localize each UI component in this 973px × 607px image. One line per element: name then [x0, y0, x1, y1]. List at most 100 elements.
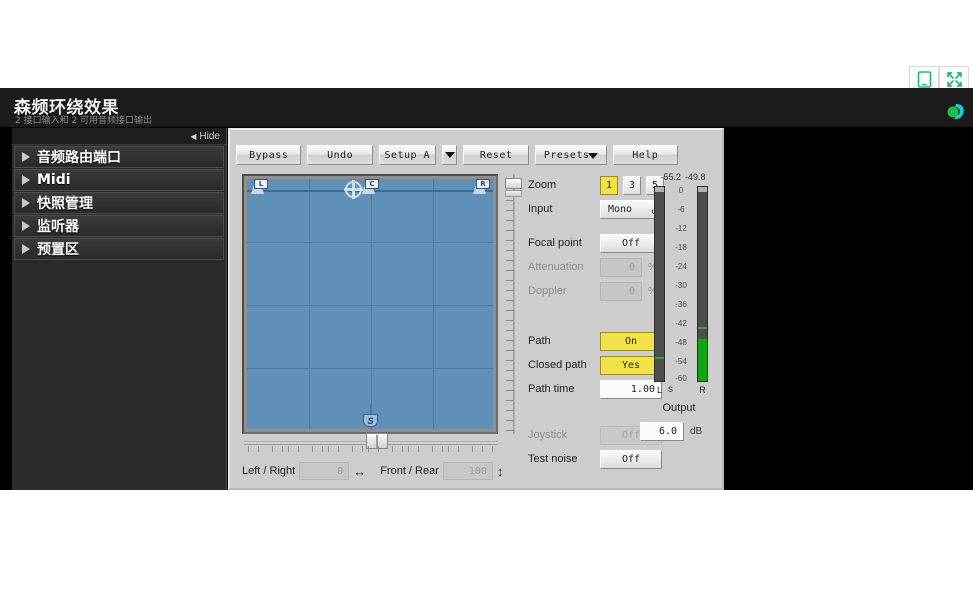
undo-button[interactable]: Undo	[307, 145, 373, 165]
focal-point-label: Focal point	[528, 237, 582, 249]
scale-tick: -18	[675, 243, 687, 252]
sidebar-hide-label: Hide	[199, 130, 220, 142]
sidebar-item-label: 预置区	[37, 242, 79, 258]
slider-track[interactable]	[244, 433, 498, 449]
page-subtitle: 2 接口输入和 2 可用音频接口输出	[15, 116, 153, 126]
speaker-c-icon[interactable]: C	[362, 179, 381, 194]
plugin-toolbar: Bypass Undo Setup A Reset Presets Help	[236, 144, 678, 166]
chevron-right-icon	[22, 152, 30, 162]
presets-label: Presets	[543, 149, 590, 161]
scale-tick: 0	[678, 186, 684, 195]
zoom-label: Zoom	[528, 179, 557, 191]
reset-button[interactable]: Reset	[463, 145, 529, 165]
sidebar-hide-button[interactable]: ◀ Hide	[12, 128, 226, 145]
output-unit: dB	[690, 426, 703, 437]
channel-labels: L R	[654, 385, 712, 395]
browser-topbar	[0, 0, 973, 92]
zoom-option-1[interactable]: 1	[600, 175, 618, 195]
vertical-slider-handle-secondary[interactable]	[505, 190, 522, 197]
help-button[interactable]: Help	[612, 145, 678, 165]
sidebar-item-label: 监听器	[37, 219, 79, 235]
meter-scale: 0 -6 -12 -18 -24 -30 -36 -42 -48 -54 -60	[668, 186, 694, 383]
vertical-zoom-slider[interactable]	[504, 174, 522, 434]
doppler-field[interactable]: 0	[600, 281, 642, 301]
chevron-down-icon	[587, 153, 598, 159]
scale-tick: -42	[675, 319, 687, 328]
vertical-slider-handle[interactable]	[505, 178, 522, 189]
front-rear-field[interactable]: 100	[442, 462, 493, 480]
presets-dropdown[interactable]: Presets	[534, 145, 607, 165]
channel-left-label: L	[656, 385, 662, 395]
peak-left-value: -55.2	[660, 172, 681, 182]
scale-tick: -48	[675, 338, 687, 347]
speaker-label: L	[254, 179, 268, 189]
pan-value-row: Left / Right 0 ↔ Front / Rear 100 ↕	[242, 462, 512, 480]
doppler-label: Doppler	[528, 285, 567, 297]
sidebar-item-monitor[interactable]: 监听器	[14, 215, 224, 237]
sidebar-item-label: 音频路由端口	[37, 150, 121, 166]
slider-track	[513, 174, 515, 434]
source-position-handle[interactable]	[344, 180, 363, 199]
clip-indicator	[698, 187, 707, 192]
scale-tick: -12	[675, 224, 687, 233]
scale-tick: -6	[677, 205, 685, 214]
plugin-body: Bypass Undo Setup A Reset Presets Help L…	[232, 132, 720, 486]
sidebar-item-audio-routing[interactable]: 音频路由端口	[14, 146, 224, 168]
chevron-right-icon	[22, 244, 30, 254]
speaker-l-icon[interactable]: L	[251, 179, 270, 194]
output-field[interactable]: 6.0	[640, 422, 684, 441]
scale-tick: -24	[675, 262, 687, 271]
chevron-right-icon	[22, 198, 30, 208]
sidebar-item-snapshots[interactable]: 快照管理	[14, 192, 224, 214]
screen-root: 森频环绕效果 2 接口输入和 2 可用音频接口输出 ◀ Hide 音频路由端口 …	[0, 0, 973, 607]
peak-right-value: -49.8	[685, 172, 706, 182]
setup-button[interactable]: Setup A	[378, 145, 436, 165]
slider-ticks	[244, 446, 498, 455]
test-noise-label: Test noise	[528, 453, 578, 465]
sidebar: ◀ Hide 音频路由端口 Midi 快照管理 监听器 预置区	[12, 128, 227, 490]
plugin-window: Bypass Undo Setup A Reset Presets Help L…	[228, 128, 724, 490]
scale-tick: -30	[675, 281, 687, 290]
surround-panner-canvas[interactable]: L C R S	[242, 174, 498, 434]
subwoofer-label: S	[363, 414, 378, 427]
subwoofer-icon[interactable]: S	[361, 404, 381, 430]
sidebar-item-presets[interactable]: 预置区	[14, 238, 224, 260]
test-noise-toggle[interactable]: Off	[600, 449, 662, 469]
left-right-field[interactable]: 0	[299, 462, 350, 480]
chevron-right-icon	[22, 175, 30, 185]
hide-arrow-icon: ◀	[190, 131, 197, 141]
scale-tick: -36	[675, 300, 687, 309]
sidebar-item-label: 快照管理	[37, 196, 93, 212]
zoom-option-3[interactable]: 3	[623, 175, 641, 195]
bypass-button[interactable]: Bypass	[236, 145, 302, 165]
speaker-label: R	[476, 179, 490, 189]
panner-field[interactable]: L C R S	[247, 179, 493, 429]
closed-path-label: Closed path	[528, 359, 587, 371]
speaker-r-icon[interactable]: R	[473, 179, 492, 194]
scale-tick: -54	[675, 357, 687, 366]
brand-logo-icon	[943, 99, 969, 130]
level-meters: -55.2 -49.8 0 -6 -12 -18 -24 -30 -36 -42…	[650, 172, 716, 402]
input-value: Mono	[608, 203, 633, 215]
speaker-label: C	[365, 179, 379, 189]
scale-tick: -60	[675, 374, 687, 383]
horizontal-pan-slider[interactable]	[242, 433, 500, 455]
setup-dropdown-button[interactable]	[441, 145, 458, 165]
chevron-right-icon	[22, 221, 30, 231]
horizontal-arrow-icon: ↔	[353, 463, 367, 479]
path-time-label: Path time	[528, 383, 575, 395]
joystick-label: Joystick	[528, 429, 568, 441]
meter-left[interactable]	[654, 186, 665, 382]
front-rear-label: Front / Rear	[380, 465, 439, 477]
sidebar-item-midi[interactable]: Midi	[14, 169, 224, 191]
attenuation-field[interactable]: 0	[600, 257, 642, 277]
left-right-label: Left / Right	[242, 465, 296, 477]
attenuation-label: Attenuation	[528, 261, 584, 273]
output-label: Output	[662, 402, 696, 414]
vertical-arrow-icon: ↕	[496, 463, 504, 479]
output-row: 6.0 dB	[640, 422, 702, 441]
clip-indicator	[655, 187, 664, 192]
peak-readouts: -55.2 -49.8	[650, 172, 716, 182]
path-label: Path	[528, 335, 551, 347]
meter-right[interactable]	[697, 186, 708, 382]
